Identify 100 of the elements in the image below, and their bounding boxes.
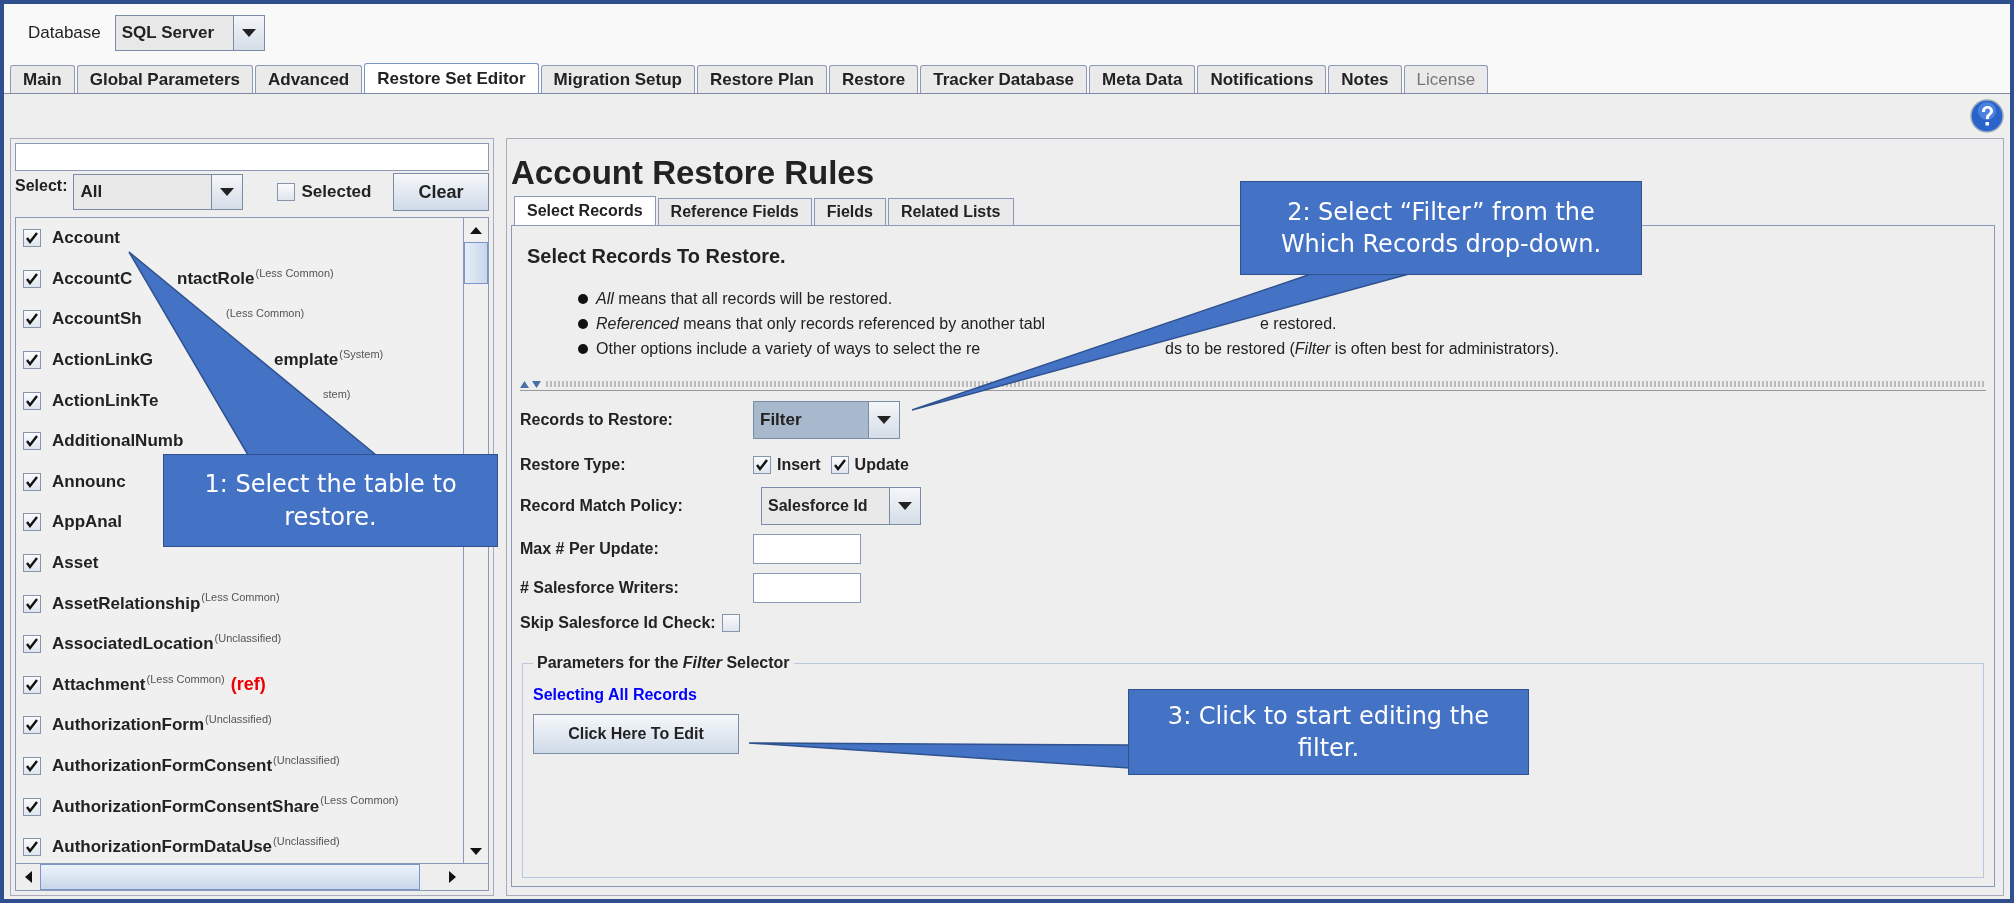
table-category: (Less Common) xyxy=(320,794,399,807)
tab[interactable]: Meta Data xyxy=(1089,65,1196,93)
tab[interactable]: Global Parameters xyxy=(76,65,253,93)
table-checkbox[interactable] xyxy=(23,432,41,451)
table-category: (Unclassified) xyxy=(273,753,340,766)
field-label: Skip Salesforce Id Check: xyxy=(520,614,716,632)
clear-button[interactable]: Clear xyxy=(393,173,489,211)
tab[interactable]: Main xyxy=(10,65,75,93)
subtab[interactable]: Reference Fields xyxy=(657,198,812,225)
subtab[interactable]: Select Records xyxy=(514,196,656,225)
table-name[interactable]: ntactRole xyxy=(177,268,255,289)
tab[interactable]: Notes xyxy=(1328,65,1402,93)
tab[interactable]: Restore Set Editor xyxy=(364,63,539,93)
table-name[interactable]: AssociatedLocation xyxy=(52,634,214,654)
collapse-arrows-icon[interactable] xyxy=(520,380,542,388)
scrollbar-thumb[interactable] xyxy=(40,864,420,890)
help-icon[interactable] xyxy=(1970,99,2004,133)
horizontal-scrollbar[interactable] xyxy=(15,864,489,891)
selected-label: Selected xyxy=(301,182,372,202)
field-label: Max # Per Update: xyxy=(520,540,660,558)
writers-field[interactable] xyxy=(753,573,861,603)
table-checkbox[interactable] xyxy=(23,797,41,816)
table-checkbox[interactable] xyxy=(23,675,41,694)
section-heading: Select Records To Restore. xyxy=(527,245,786,268)
restore-type-checkbox[interactable] xyxy=(753,455,771,474)
table-name[interactable]: AppAnal xyxy=(52,512,122,532)
table-checkbox[interactable] xyxy=(23,472,41,491)
table-name[interactable]: AuthorizationFormConsent xyxy=(52,756,273,775)
caret-icon xyxy=(220,188,235,196)
caret-icon xyxy=(241,29,256,37)
bullet-text: All means that all records will be restored. xyxy=(596,290,893,307)
search-field[interactable] xyxy=(15,143,489,171)
table-name[interactable]: Asset xyxy=(52,553,99,573)
table-checkbox[interactable] xyxy=(23,594,41,613)
table-checkbox[interactable] xyxy=(23,269,41,288)
panel-title: Account Restore Rules xyxy=(511,154,875,191)
table-category: (Unclassified) xyxy=(214,631,282,644)
database-dropdown[interactable]: SQL Server xyxy=(114,15,265,51)
table-name[interactable]: ActionLinkTe xyxy=(52,390,159,410)
table-category: (System) xyxy=(339,347,384,360)
field-label: Restore Type: xyxy=(520,455,627,474)
table-checkbox[interactable] xyxy=(23,635,41,654)
table-name[interactable]: Account xyxy=(52,228,120,248)
max-per-update-field[interactable] xyxy=(753,534,861,564)
subtab[interactable]: Related Lists xyxy=(887,198,1014,225)
table-name[interactable]: AuthorizationFormDataUse xyxy=(52,837,273,857)
table-checkbox[interactable] xyxy=(23,554,41,573)
table-category: (Less Common) xyxy=(146,672,225,685)
bullet-text: Referenced means that only records referenced by another tabl xyxy=(596,315,1046,332)
table-name[interactable]: emplate xyxy=(274,350,339,371)
bullet-icon xyxy=(578,294,588,304)
tab[interactable]: Restore Plan xyxy=(697,65,827,93)
restore-type-checkbox[interactable] xyxy=(830,455,849,474)
tab[interactable]: Tracker Database xyxy=(920,65,1088,93)
bullet-text: ds to be restored (Filter is often best for administrators). xyxy=(1165,340,1559,358)
table-name[interactable]: AuthorizationFormConsentShare xyxy=(52,796,320,816)
table-checkbox[interactable] xyxy=(23,716,41,735)
tab[interactable]: Advanced xyxy=(255,65,363,93)
table-name[interactable]: ActionLinkG xyxy=(52,350,154,370)
tab[interactable]: Migration Setup xyxy=(540,65,695,93)
table-name[interactable]: Attachment xyxy=(52,674,146,694)
table-checkbox[interactable] xyxy=(23,229,41,248)
scroll-up-icon[interactable] xyxy=(470,226,482,234)
skip-check-checkbox[interactable] xyxy=(721,614,740,632)
bullet-icon xyxy=(578,344,588,354)
scrollbar-thumb[interactable] xyxy=(464,242,488,284)
table-checkbox[interactable] xyxy=(23,351,41,370)
edit-filter-button[interactable]: Click Here To Edit xyxy=(533,714,739,754)
table-category: (Less Common) xyxy=(226,307,305,320)
callout-box: 3: Click to start editing the filter. xyxy=(1128,689,1529,775)
table-checkbox[interactable] xyxy=(23,838,41,857)
selected-checkbox[interactable] xyxy=(277,183,296,201)
table-category: (Unclassified) xyxy=(273,834,340,847)
table-checkbox[interactable] xyxy=(23,310,41,329)
table-checkbox[interactable] xyxy=(23,391,41,410)
table-category: (Less Common) xyxy=(255,266,334,279)
table-name[interactable]: AdditionalNumb xyxy=(52,431,184,451)
table-checkbox[interactable] xyxy=(23,757,41,775)
table-checkbox[interactable] xyxy=(23,513,41,532)
match-policy-dropdown[interactable]: Salesforce Id xyxy=(761,487,921,525)
scroll-right-icon[interactable] xyxy=(448,871,456,883)
records-dropdown[interactable]: Filter xyxy=(753,401,900,439)
table-name[interactable]: Announc xyxy=(52,471,126,491)
select-dropdown[interactable]: All xyxy=(73,174,244,210)
caret-icon xyxy=(898,502,912,510)
table-name[interactable]: AccountSh xyxy=(52,309,142,329)
table-name[interactable]: AuthorizationForm xyxy=(52,715,205,735)
tab[interactable]: Notifications xyxy=(1197,65,1327,93)
scroll-down-icon[interactable] xyxy=(470,847,482,855)
filter-status: Selecting All Records xyxy=(533,686,697,704)
scroll-left-icon[interactable] xyxy=(24,871,32,883)
callout-box: 1: Select the table to restore. xyxy=(163,454,498,547)
table-name[interactable]: AccountC xyxy=(52,268,133,288)
subtab[interactable]: Fields xyxy=(813,198,886,225)
checkbox-label: Insert xyxy=(777,455,821,474)
field-label: # Salesforce Writers: xyxy=(520,579,680,597)
field-label: Records to Restore: xyxy=(520,411,674,429)
table-name[interactable]: AssetRelationship xyxy=(52,593,201,613)
tab[interactable]: Restore xyxy=(828,65,919,93)
table-category: stem) xyxy=(323,388,351,401)
